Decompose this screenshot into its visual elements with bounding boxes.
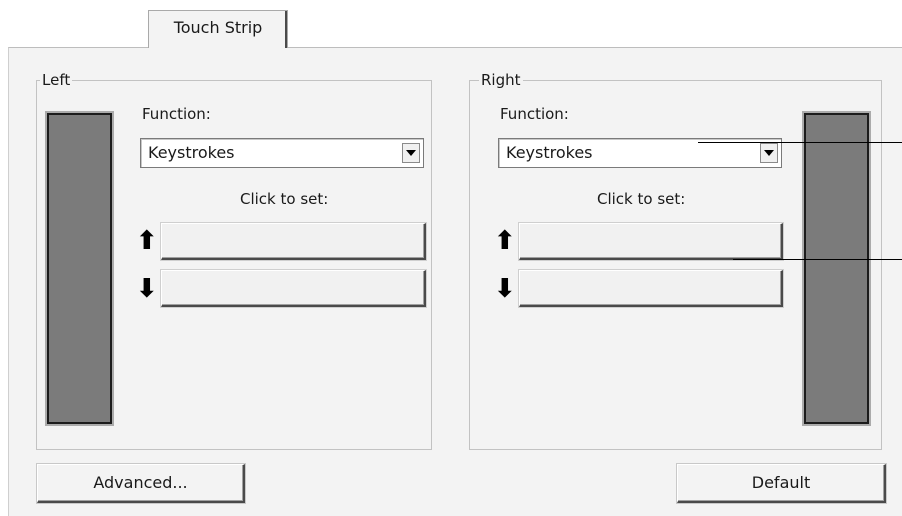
right-touch-strip[interactable] xyxy=(802,111,871,426)
right-up-keystroke-button[interactable] xyxy=(519,223,783,260)
left-touch-strip[interactable] xyxy=(45,111,114,426)
advanced-button[interactable]: Advanced... xyxy=(37,464,245,503)
left-up-keystroke-button[interactable] xyxy=(161,223,426,260)
right-click-to-set-label: Click to set: xyxy=(597,190,686,208)
right-group-label: Right xyxy=(479,70,523,90)
right-function-label: Function: xyxy=(500,105,569,123)
default-button[interactable]: Default xyxy=(677,464,886,503)
left-function-select[interactable]: Keystrokes xyxy=(140,138,424,168)
left-group-label: Left xyxy=(40,70,73,90)
chevron-down-icon[interactable] xyxy=(760,143,778,163)
left-function-value: Keystrokes xyxy=(148,143,235,162)
arrow-up-icon: ⬆ xyxy=(136,226,158,256)
arrow-down-icon: ⬇ xyxy=(136,274,158,304)
right-function-value: Keystrokes xyxy=(506,143,593,162)
left-down-keystroke-button[interactable] xyxy=(161,270,426,307)
right-down-keystroke-button[interactable] xyxy=(519,270,783,307)
left-click-to-set-label: Click to set: xyxy=(240,190,329,208)
left-function-label: Function: xyxy=(142,105,211,123)
callout-line-function xyxy=(698,142,902,143)
arrow-down-icon: ⬇ xyxy=(494,274,516,304)
callout-line-keystroke xyxy=(733,259,902,260)
arrow-up-icon: ⬆ xyxy=(494,226,516,256)
chevron-down-icon[interactable] xyxy=(402,143,420,163)
tab-touch-strip[interactable]: Touch Strip xyxy=(148,10,288,48)
